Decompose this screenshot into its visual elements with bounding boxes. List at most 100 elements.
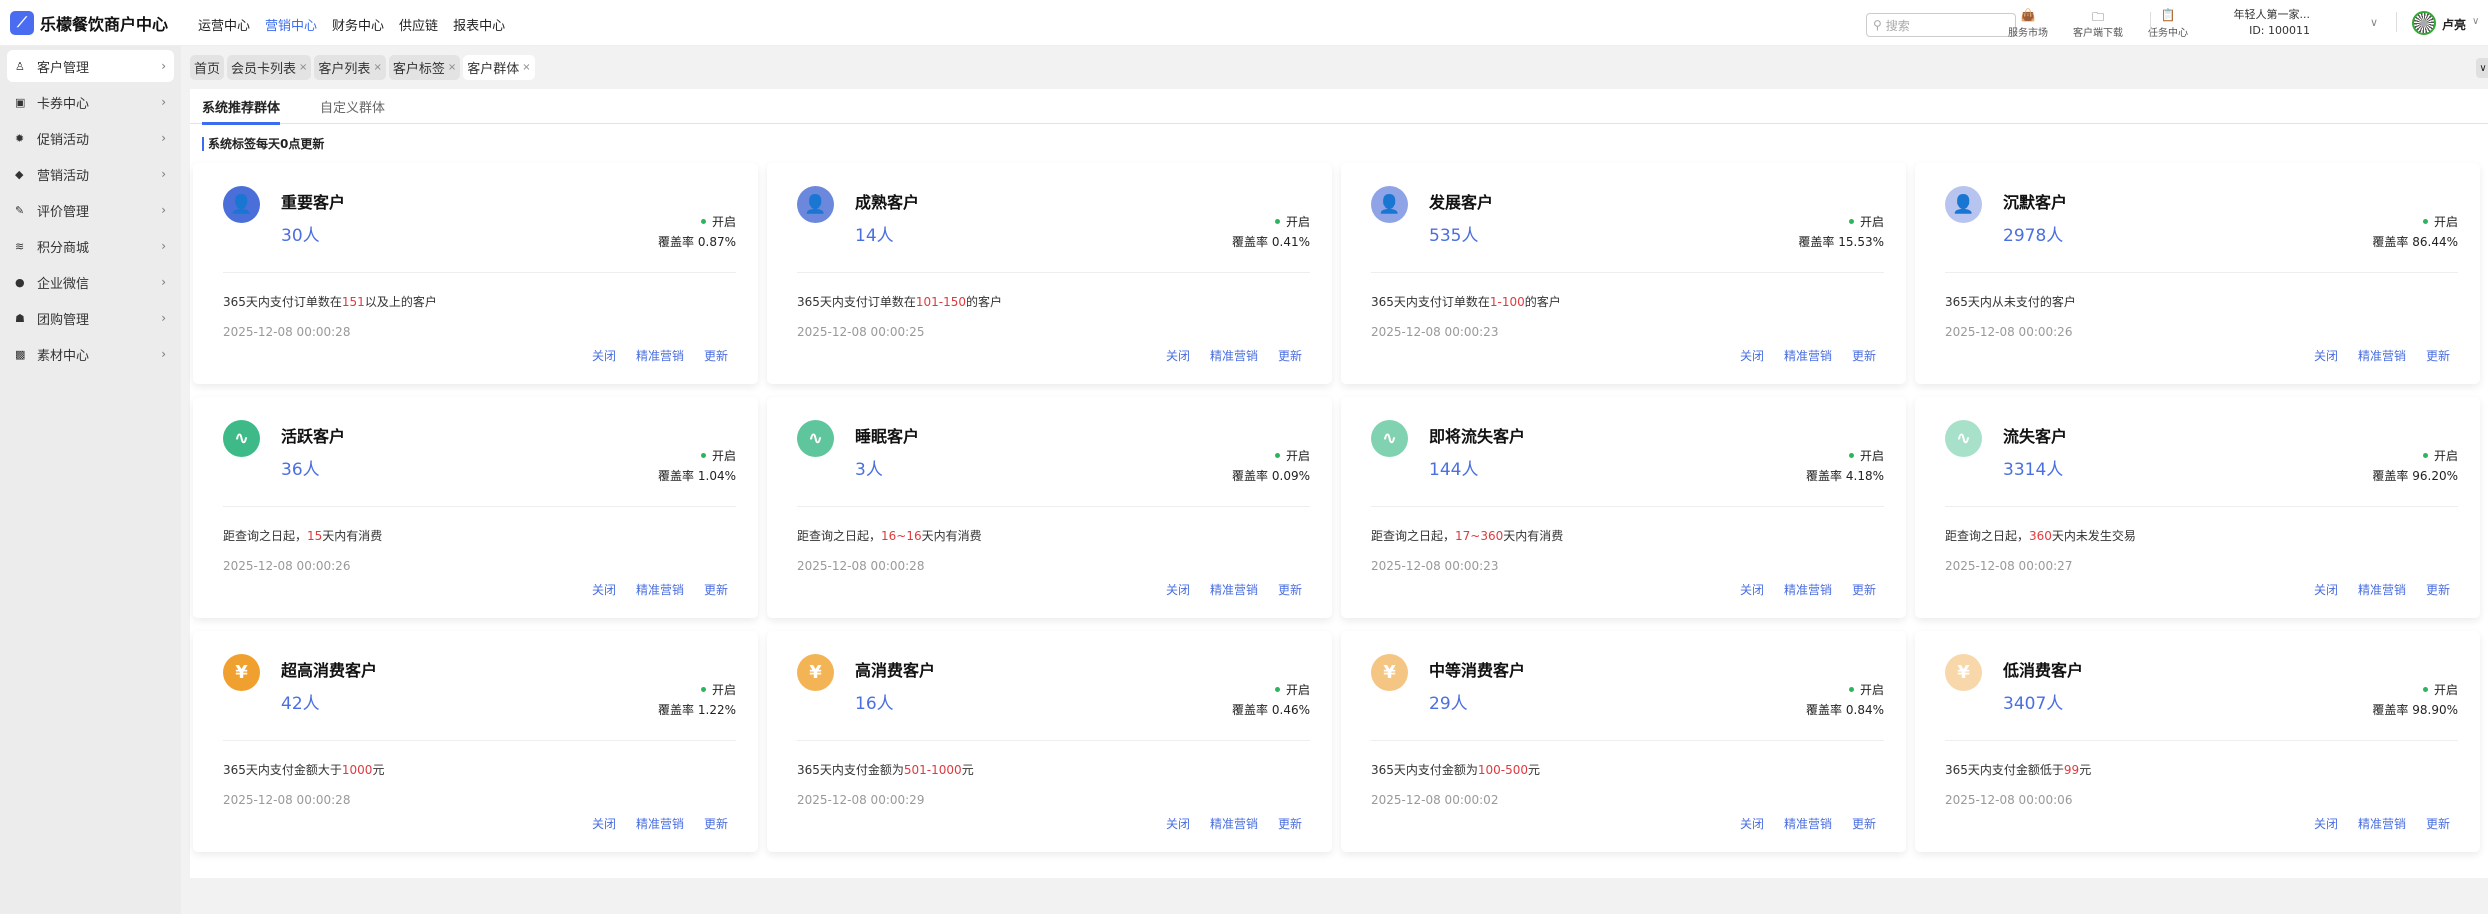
group-count[interactable]: 3407人	[2003, 689, 2063, 714]
close-icon[interactable]: ×	[299, 62, 307, 73]
group-count[interactable]: 535人	[1429, 221, 1478, 246]
group-count[interactable]: 30人	[281, 221, 320, 246]
update-button[interactable]: 更新	[1278, 815, 1302, 832]
sidebar-item[interactable]: ✹ 促销活动 ›	[7, 122, 174, 154]
precise-marketing-button[interactable]: 精准营销	[636, 581, 684, 598]
updated-time: 2025-12-08 00:00:27	[1945, 559, 2073, 573]
group-rule: 365天内支付金额低于99元	[1945, 761, 2091, 778]
nav-item[interactable]: 供应链	[399, 15, 438, 34]
tab[interactable]: 客户标签 ×	[388, 55, 461, 80]
update-button[interactable]: 更新	[704, 581, 728, 598]
close-button[interactable]: 关闭	[1166, 347, 1190, 364]
app-logo[interactable]: ⟋ 乐檬餐饮商户中心	[10, 11, 168, 35]
status-dot-icon	[1848, 453, 1854, 458]
subtab[interactable]: 系统推荐群体	[202, 89, 281, 125]
top-header: ⟋ 乐檬餐饮商户中心 运营中心 营销中心 财务中心 供应链 报表中心 ⚲ 搜索 👜 服务市…	[0, 0, 2488, 46]
precise-marketing-button[interactable]: 精准营销	[1784, 581, 1832, 598]
nav-item[interactable]: 财务中心	[332, 15, 384, 34]
tab[interactable]: 客户列表 ×	[314, 55, 386, 80]
group-count[interactable]: 29人	[1429, 689, 1468, 714]
divider	[1371, 506, 1884, 507]
group-count[interactable]: 14人	[855, 221, 894, 246]
update-button[interactable]: 更新	[704, 815, 728, 832]
group-card: ∿ 流失客户 3314人 开启 覆盖率 96.20% 距查询之日起，360天内未发生交易 2…	[1915, 397, 2480, 618]
tab[interactable]: 会员卡列表 ×	[227, 55, 312, 80]
precise-marketing-button[interactable]: 精准营销	[1210, 815, 1258, 832]
group-count[interactable]: 2978人	[2003, 221, 2063, 246]
sidebar-item[interactable]: ◆ 营销活动 ›	[7, 158, 174, 190]
precise-marketing-button[interactable]: 精准营销	[1784, 815, 1832, 832]
close-button[interactable]: 关闭	[592, 815, 616, 832]
subtab[interactable]: 自定义群体	[320, 89, 385, 124]
nav-item[interactable]: 营销中心	[265, 15, 317, 34]
update-button[interactable]: 更新	[1852, 347, 1876, 364]
close-icon[interactable]: ×	[448, 62, 456, 73]
tool-button[interactable]: 👜 服务市场	[2000, 8, 2056, 39]
chevron-down-icon[interactable]: ∨	[2370, 16, 2378, 29]
tab-label: 客户标签	[392, 62, 445, 77]
update-button[interactable]: 更新	[2426, 581, 2450, 598]
user-name[interactable]: 卢亮	[2442, 16, 2466, 33]
rule-highlight: 17~360	[1455, 529, 1504, 543]
close-icon[interactable]: ×	[373, 62, 381, 73]
precise-marketing-button[interactable]: 精准营销	[636, 347, 684, 364]
group-count[interactable]: 3314人	[2003, 455, 2063, 480]
card-actions: 关闭 精准营销 更新	[1740, 581, 1876, 598]
sidebar-item[interactable]: ☗ 团购管理 ›	[7, 302, 174, 334]
sidebar-item[interactable]: ≋ 积分商城 ›	[7, 230, 174, 262]
close-button[interactable]: 关闭	[2314, 815, 2338, 832]
status-label: 开启	[2433, 449, 2458, 463]
close-button[interactable]: 关闭	[1740, 347, 1764, 364]
group-rule: 距查询之日起，16~16天内有消费	[797, 527, 982, 544]
update-button[interactable]: 更新	[2426, 815, 2450, 832]
precise-marketing-button[interactable]: 精准营销	[1784, 347, 1832, 364]
precise-marketing-button[interactable]: 精准营销	[2358, 581, 2406, 598]
nav-item[interactable]: 报表中心	[453, 15, 505, 34]
close-button[interactable]: 关闭	[1740, 581, 1764, 598]
group-count[interactable]: 144人	[1429, 455, 1478, 480]
group-count[interactable]: 3人	[855, 455, 883, 480]
close-button[interactable]: 关闭	[2314, 581, 2338, 598]
sidebar-item[interactable]: ♙ 客户管理 ›	[7, 50, 174, 82]
group-card: ∿ 睡眠客户 3人 开启 覆盖率 0.09% 距查询之日起，16~16天内有消费 2025-…	[767, 397, 1332, 618]
update-button[interactable]: 更新	[704, 347, 728, 364]
close-button[interactable]: 关闭	[1166, 815, 1190, 832]
search-input[interactable]: ⚲ 搜索	[1866, 13, 2016, 37]
update-button[interactable]: 更新	[2426, 347, 2450, 364]
update-button[interactable]: 更新	[1278, 347, 1302, 364]
close-button[interactable]: 关闭	[1166, 581, 1190, 598]
shop-selector[interactable]: 年轻人第一家... ID: 100011	[2160, 7, 2311, 39]
chevron-down-icon[interactable]: ∨	[2476, 58, 2488, 78]
close-button[interactable]: 关闭	[592, 581, 616, 598]
precise-marketing-button[interactable]: 精准营销	[1210, 581, 1258, 598]
precise-marketing-button[interactable]: 精准营销	[1210, 347, 1258, 364]
update-button[interactable]: 更新	[1852, 815, 1876, 832]
precise-marketing-button[interactable]: 精准营销	[2358, 347, 2406, 364]
sidebar-item[interactable]: ▩ 素材中心 ›	[7, 338, 174, 370]
group-count[interactable]: 42人	[281, 689, 320, 714]
sidebar-item[interactable]: ● 企业微信 ›	[7, 266, 174, 298]
tab[interactable]: 客户群体 ×	[463, 55, 535, 80]
sidebar-item[interactable]: ✎ 评价管理 ›	[7, 194, 174, 226]
group-count[interactable]: 16人	[855, 689, 894, 714]
update-button[interactable]: 更新	[1278, 581, 1302, 598]
close-icon[interactable]: ×	[522, 62, 530, 73]
chevron-down-icon[interactable]: ∨	[2472, 16, 2479, 27]
close-button[interactable]: 关闭	[2314, 347, 2338, 364]
precise-marketing-button[interactable]: 精准营销	[636, 815, 684, 832]
update-button[interactable]: 更新	[1852, 581, 1876, 598]
avatar[interactable]	[2412, 11, 2436, 35]
sidebar-item[interactable]: ▣ 卡券中心 ›	[7, 86, 174, 118]
precise-marketing-button[interactable]: 精准营销	[2358, 815, 2406, 832]
chat-icon: ●	[15, 275, 25, 289]
tab[interactable]: 首页	[190, 55, 225, 80]
nav-item[interactable]: 运营中心	[198, 15, 250, 34]
status-badge: 开启	[1274, 681, 1310, 698]
status-dot-icon	[2422, 687, 2428, 692]
close-button[interactable]: 关闭	[1740, 815, 1764, 832]
close-button[interactable]: 关闭	[592, 347, 616, 364]
group-count[interactable]: 36人	[281, 455, 320, 480]
coverage-rate: 覆盖率 96.20%	[2372, 467, 2458, 484]
tool-button[interactable]: 🗀 客户端下载	[2070, 8, 2126, 39]
rule-highlight: 15	[307, 529, 323, 543]
